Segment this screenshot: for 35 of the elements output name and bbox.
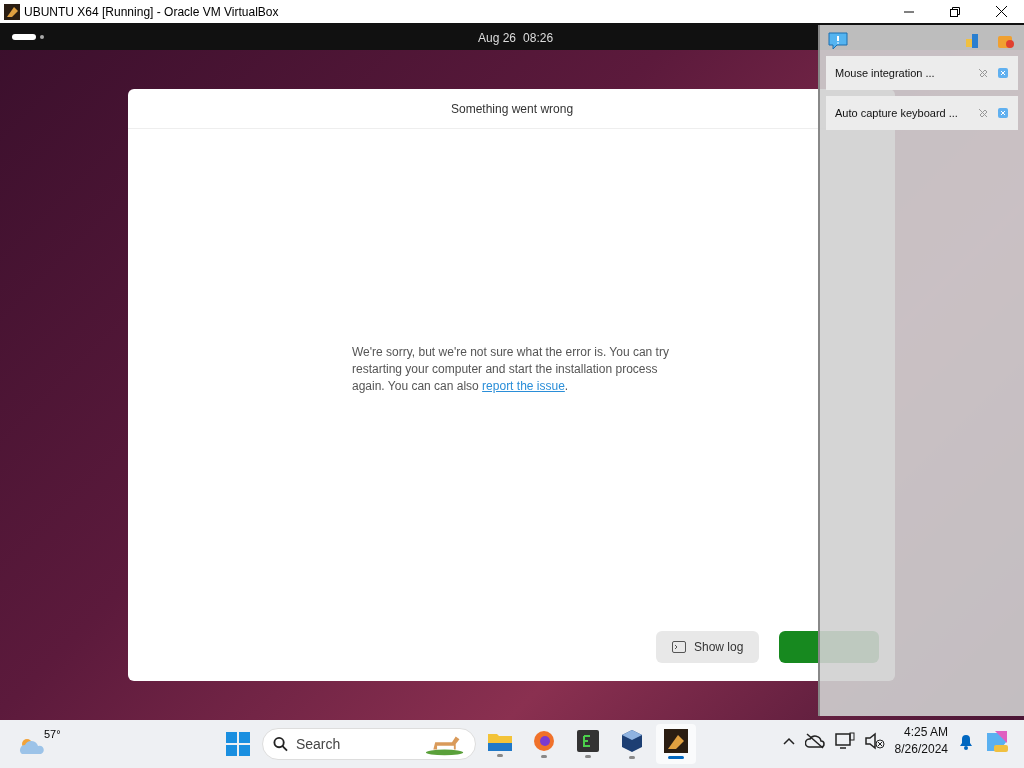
speaker-muted-icon[interactable]	[864, 732, 885, 750]
weather-icon	[18, 736, 46, 756]
report-issue-link[interactable]: report the issue	[482, 379, 565, 393]
copilot-icon[interactable]	[984, 728, 1010, 754]
windows-logo-icon	[226, 732, 250, 756]
terminal-icon	[577, 730, 599, 752]
notification-text: Auto capture keyboard ...	[835, 105, 958, 121]
search-field[interactable]: Search	[295, 733, 416, 755]
taskbar-app[interactable]	[656, 724, 696, 764]
error-message: We're sorry, but we're not sure what the error is. You can try restarting your computer and start the installation process again. You can can also report the issue.	[352, 344, 670, 395]
show-log-button[interactable]: Show log	[656, 631, 760, 663]
dialog-title: Something went wrong	[451, 100, 574, 118]
close-icon	[995, 6, 1007, 17]
cloud-off-icon[interactable]	[804, 733, 825, 749]
temperature-text: 57°	[44, 727, 61, 742]
app-icon	[4, 3, 20, 20]
terminal-icon	[672, 641, 686, 653]
search-icon	[273, 736, 288, 752]
search-box[interactable]: Search	[262, 728, 476, 760]
clock-time[interactable]: 4:25 AM	[903, 724, 948, 741]
cube-icon	[621, 729, 643, 753]
workspace-indicator-icon	[12, 33, 46, 40]
app-icon	[664, 729, 688, 753]
message-icon	[828, 30, 848, 51]
notification-text: Mouse integration ...	[835, 65, 935, 81]
browser-icon	[533, 730, 555, 752]
bell-icon[interactable]	[958, 732, 974, 750]
chevron-up-icon[interactable]	[782, 737, 795, 745]
date-text: Aug 26	[478, 30, 517, 47]
window-title: UBUNTU X64 [Running] - Oracle VM VirtualBox	[24, 3, 279, 21]
network-icon[interactable]	[834, 732, 855, 750]
restore-icon	[950, 6, 960, 17]
clock-date[interactable]: 8/26/2024	[894, 741, 948, 758]
time-text: 08:26	[523, 30, 554, 47]
folder-icon	[488, 731, 512, 751]
